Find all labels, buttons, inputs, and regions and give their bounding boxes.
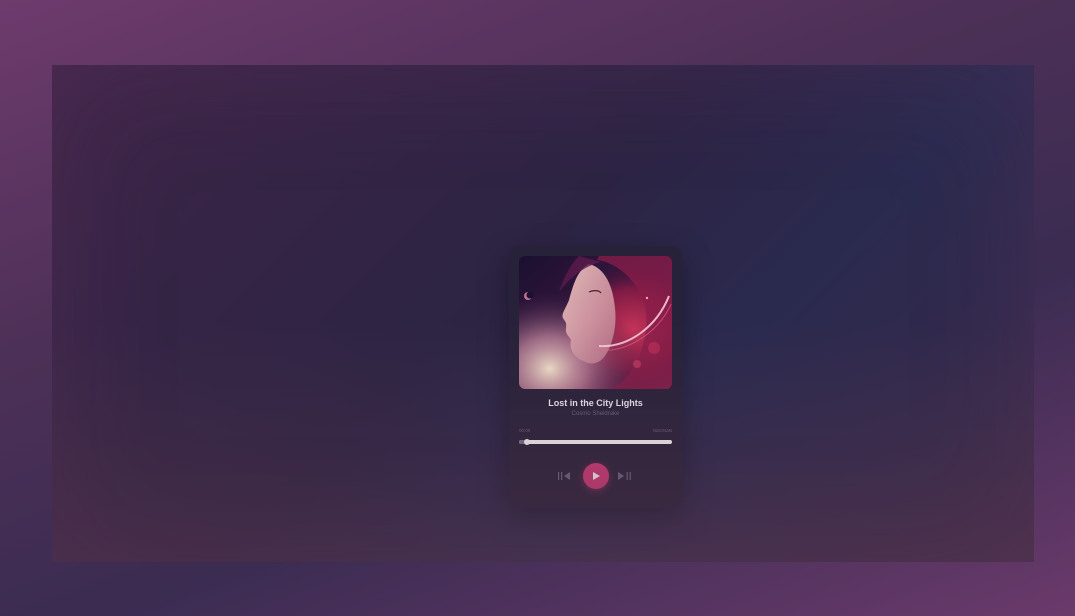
current-time: 00:00 [519,428,531,433]
playback-controls [509,462,682,490]
play-button[interactable] [583,463,609,489]
app-stage: Lost in the City Lights Cosmo Sheldrake … [52,65,1034,562]
track-title: Lost in the City Lights [548,398,643,408]
skip-previous-icon [558,472,570,480]
time-readout: 00:00 NaN:NaN [519,428,672,434]
skip-next-icon [618,472,631,480]
progress-thumb[interactable] [523,439,530,445]
progress-bar[interactable] [519,439,672,445]
album-art-image [519,256,672,389]
artist-name: Cosmo Sheldrake [571,411,620,417]
previous-button[interactable] [558,470,572,482]
duration-time: NaN:NaN [652,428,672,433]
play-icon [593,472,600,480]
music-player-card: Lost in the City Lights Cosmo Sheldrake … [509,246,682,508]
next-button[interactable] [618,470,632,482]
album-cover [519,256,672,389]
